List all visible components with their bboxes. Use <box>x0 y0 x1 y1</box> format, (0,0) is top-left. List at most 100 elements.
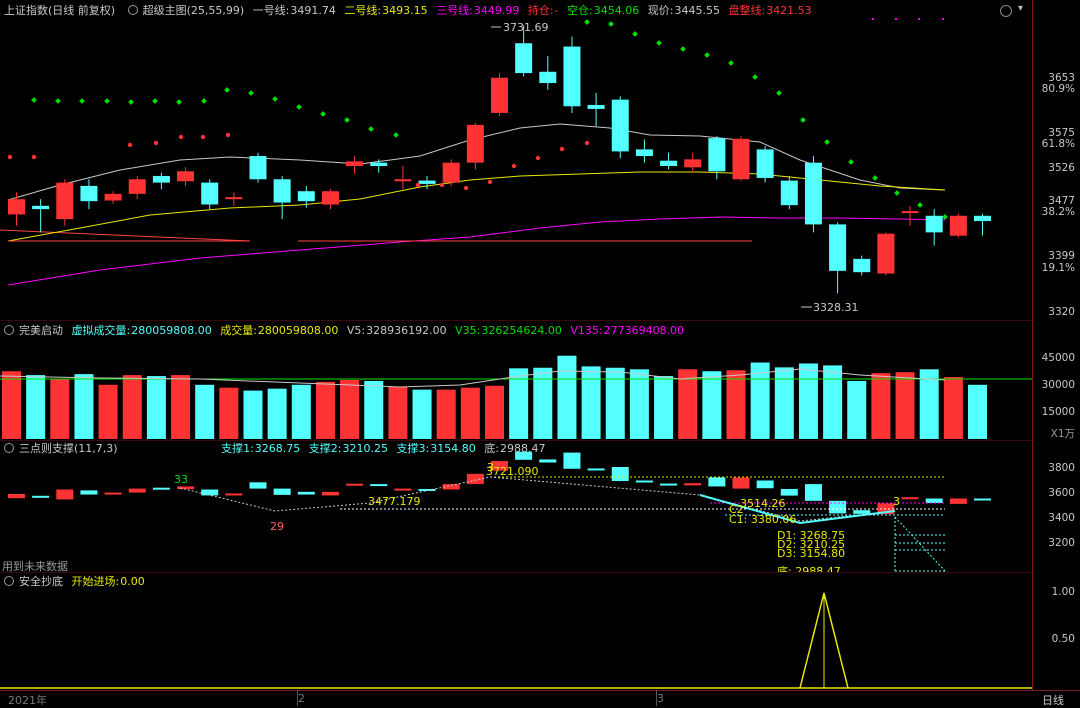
volume-chart[interactable] <box>0 321 1032 441</box>
support-candle <box>394 488 412 491</box>
candle-body <box>442 162 460 183</box>
candle-body <box>491 77 508 113</box>
volume-bar <box>533 367 553 439</box>
support-candle <box>684 483 702 486</box>
support-candle <box>708 477 726 487</box>
time-axis[interactable]: 2021年 2 3 日线 <box>0 690 1080 707</box>
green-signal-dot <box>104 98 110 104</box>
support-candle <box>32 495 50 498</box>
red-signal-dot <box>584 140 590 146</box>
candle-body <box>32 205 50 210</box>
candle-body <box>587 104 605 109</box>
green-signal-dot <box>632 31 638 37</box>
red-signal-dot <box>153 140 159 146</box>
support-chart[interactable]: 33 29 3 3721.090 3477.179 3 3514.26 C2 C… <box>0 441 1032 573</box>
candle-body <box>201 182 219 205</box>
magenta-ma-line <box>7 216 946 286</box>
annot-c1: C1: 3380.06 <box>729 513 796 526</box>
candle-body <box>177 171 195 182</box>
green-signal-dot <box>272 96 278 102</box>
green-signal-dot <box>368 126 374 132</box>
volume-bar <box>726 370 746 439</box>
support-candle <box>635 480 653 483</box>
volume-bar <box>847 380 867 439</box>
candle-body <box>901 211 919 214</box>
green-signal-dot <box>296 104 302 110</box>
volume-bar <box>171 375 191 439</box>
volume-bar <box>485 385 504 439</box>
green-signal-dot <box>894 190 900 196</box>
support-candle <box>563 452 581 469</box>
support-candle <box>249 482 267 489</box>
tick-3399: 3399 <box>1048 250 1075 262</box>
volume-bar <box>2 371 21 439</box>
green-signal-dot <box>728 60 734 66</box>
right-price-axis[interactable]: 3653 80.9% 3575 61.8% 3526 3477 38.2% 33… <box>1032 0 1080 690</box>
red-signal-dot <box>439 182 445 188</box>
red-signal-dot <box>225 132 231 138</box>
support-candle <box>587 468 605 471</box>
candle-body <box>732 138 750 180</box>
green-signal-dot <box>201 98 207 104</box>
candle-body <box>321 191 339 205</box>
volume-bar <box>412 389 432 439</box>
support-candle <box>853 510 871 514</box>
tick-sup-3400: 3400 <box>1048 512 1075 524</box>
volume-bar <box>219 387 239 439</box>
volume-bar <box>557 355 577 439</box>
green-signal-dot <box>680 46 686 52</box>
green-signal-dot <box>344 117 350 123</box>
volume-bar <box>654 376 674 439</box>
candle-body <box>297 191 315 202</box>
volume-bar <box>436 389 456 439</box>
candle-body <box>80 185 98 202</box>
volume-bar <box>26 375 46 439</box>
candle-body <box>346 161 364 166</box>
candle-body <box>949 215 967 236</box>
support-candle <box>466 473 484 485</box>
high-annotation: 3731.69 <box>503 21 549 34</box>
volume-bar <box>895 372 915 439</box>
annot-3-right: 3 <box>893 495 900 508</box>
red-signal-dot <box>535 155 541 161</box>
support-candle <box>273 488 291 495</box>
candle-body <box>780 180 798 206</box>
support-candle <box>346 483 364 486</box>
volume-bar <box>243 390 263 439</box>
support-candle <box>804 484 822 501</box>
support-candle <box>225 493 243 496</box>
candle-body <box>804 162 822 225</box>
volume-bar <box>968 384 987 439</box>
support-candle <box>925 498 943 503</box>
red-signal-dot <box>511 163 517 169</box>
volume-bar <box>774 367 794 439</box>
volume-bar <box>678 369 698 439</box>
volume-bar <box>605 367 625 439</box>
volume-bar <box>98 384 118 439</box>
annot-3477: 3477.179 <box>368 495 421 508</box>
support-candle <box>56 489 74 500</box>
red-signal-dot <box>487 179 493 185</box>
price-chart[interactable]: 3731.69 3328.31 <box>0 0 1032 320</box>
red-signal-dot <box>31 154 37 160</box>
safe-chart[interactable] <box>0 572 1032 690</box>
candle-body <box>853 258 871 273</box>
candle-body <box>539 71 557 84</box>
green-signal-dot <box>55 98 61 104</box>
support-candle <box>370 484 388 487</box>
green-signal-dot <box>152 98 158 104</box>
green-signal-dot <box>31 97 37 103</box>
volume-bar <box>388 386 408 439</box>
candle-body <box>394 179 412 182</box>
candle-body <box>418 180 436 184</box>
volume-bar <box>823 365 843 439</box>
tick-3320: 3320 <box>1048 306 1075 318</box>
candle-body <box>756 149 774 178</box>
volume-bars-group <box>2 355 987 439</box>
support-candle <box>660 483 678 486</box>
candle-body <box>708 138 726 172</box>
support-candle <box>611 467 629 482</box>
candle-body <box>273 179 291 203</box>
time-label-mar: 3 <box>657 692 664 705</box>
volume-unit: X1万 <box>1050 428 1075 440</box>
